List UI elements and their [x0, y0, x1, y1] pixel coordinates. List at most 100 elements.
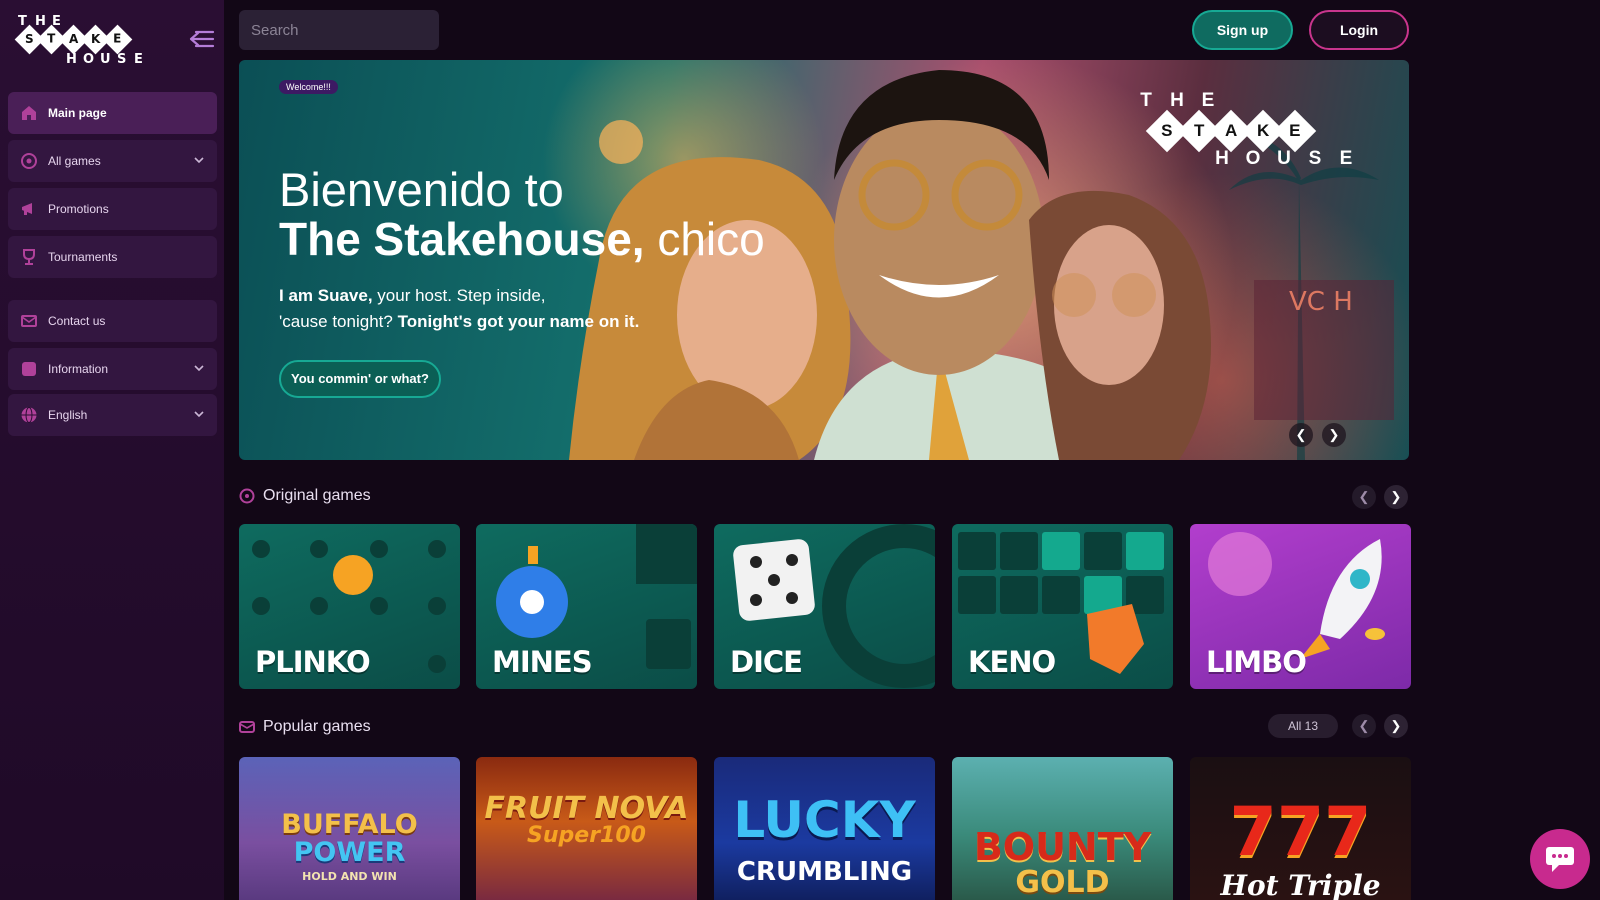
game-title-line2: CRUMBLING [736, 857, 913, 887]
hero-logo-bottom-row: H O U S E [1213, 148, 1368, 170]
stakehouse-logo[interactable]: T H E S T A K E H O U S E [14, 14, 176, 70]
chat-support-button[interactable] [1530, 829, 1590, 889]
game-card-mines[interactable]: MINES [476, 524, 697, 689]
sidebar-item-tournaments[interactable]: Tournaments [8, 236, 217, 278]
game-title-line1: BOUNTY [973, 825, 1152, 869]
logo-letter: U [100, 52, 111, 67]
logo-middle-row: S T A K E [14, 24, 133, 55]
cards-icon [239, 721, 255, 733]
trophy-icon [20, 248, 38, 266]
sidebar-item-label: English [48, 408, 88, 422]
popular-games-next-button[interactable]: ❯ [1384, 714, 1408, 738]
logo-diamond: E [1273, 109, 1317, 153]
logo-letter: O [83, 52, 95, 67]
hero-description: I am Suave, your host. Step inside, 'cau… [279, 283, 659, 335]
welcome-badge: Welcome!!! [279, 80, 338, 94]
sidebar-item-language[interactable]: English [8, 394, 217, 436]
game-title-line3: HOLD AND WIN [302, 870, 397, 883]
sidebar-item-promotions[interactable]: Promotions [8, 188, 217, 230]
chevron-down-icon [194, 411, 204, 418]
game-title-line1: FRUIT NOVA [484, 791, 689, 826]
game-name: KENO [968, 645, 1056, 679]
sidebar-item-main-page[interactable]: Main page [8, 92, 217, 134]
chevron-down-icon [194, 365, 204, 372]
game-title-line1: 777 [1229, 793, 1372, 872]
hero-text-bold2: Tonight's got your name on it. [397, 312, 640, 331]
game-name: LIMBO [1206, 645, 1307, 679]
collapse-menu-icon [189, 30, 215, 48]
hero-prev-button[interactable]: ❮ [1289, 423, 1313, 447]
game-card-limbo[interactable]: LIMBO [1190, 524, 1411, 689]
sign-up-button[interactable]: Sign up [1192, 10, 1293, 50]
chevron-right-icon: ❯ [1390, 718, 1402, 733]
hero-title-line2: The Stakehouse, chico [279, 212, 765, 266]
logo-letter: T [1140, 90, 1152, 111]
section-title: Original games [263, 487, 371, 504]
chevron-left-icon: ❮ [1295, 427, 1307, 442]
game-card-hot-triple[interactable]: 777 Hot Triple [1190, 757, 1411, 900]
hero-cta-button[interactable]: You commin' or what? [279, 360, 441, 398]
hero-text-2: 'cause tonight? [279, 312, 393, 331]
chevron-right-icon: ❯ [1328, 427, 1340, 442]
original-games-next-button[interactable]: ❯ [1384, 485, 1408, 509]
logo-letter: E [1339, 148, 1353, 169]
game-name: MINES [492, 645, 593, 679]
hero-title-line1: Bienvenido to [279, 163, 564, 216]
game-card-plinko[interactable]: PLINKO [239, 524, 460, 689]
logo-letter: S [117, 52, 127, 67]
hero-next-button[interactable]: ❯ [1322, 423, 1346, 447]
chat-icon [1546, 847, 1574, 872]
original-games-prev-button[interactable]: ❮ [1352, 485, 1376, 509]
game-title-line2: POWER [293, 837, 406, 868]
original-games-header: Original games [239, 487, 371, 505]
logo-letter: E [134, 52, 143, 67]
game-title-line1: LUCKY [733, 791, 916, 849]
sidebar-item-information[interactable]: Information [8, 348, 217, 390]
popular-games-header: Popular games [239, 718, 371, 736]
games-icon [239, 488, 255, 504]
info-icon [20, 360, 38, 378]
chevron-down-icon [194, 157, 204, 164]
sidebar-item-contact-us[interactable]: Contact us [8, 300, 217, 342]
sidebar-item-label: Contact us [48, 314, 106, 328]
popular-games-all-button[interactable]: All 13 [1268, 714, 1338, 738]
logo-letter: H [35, 14, 46, 29]
section-title: Popular games [263, 718, 371, 735]
search-input[interactable] [249, 20, 452, 40]
popular-games-prev-button[interactable]: ❮ [1352, 714, 1376, 738]
logo-letter: H [66, 52, 77, 67]
sidebar-item-label: Main page [48, 106, 107, 120]
game-title-line2: Hot Triple [1220, 869, 1381, 900]
chevron-right-icon: ❯ [1390, 489, 1402, 504]
game-card-keno[interactable]: KENO [952, 524, 1173, 689]
game-card-bounty-gold[interactable]: BOUNTY GOLD [952, 757, 1173, 900]
logo-letter: E [1201, 90, 1215, 111]
hero-title-light: chico [657, 213, 765, 265]
sidebar-item-all-games[interactable]: All games [8, 140, 217, 182]
hero-text-1: your host. Step inside, [377, 286, 546, 305]
sidebar: T H E S T A K E H O U S E Main page All … [0, 0, 224, 900]
chevron-left-icon: ❮ [1358, 489, 1370, 504]
games-icon [20, 152, 38, 170]
collapse-sidebar-button[interactable] [186, 28, 218, 56]
logo-diamond: E [102, 24, 133, 55]
mail-icon [20, 312, 38, 330]
game-card-dice[interactable]: DICE [714, 524, 935, 689]
game-title-line1: BUFFALO [281, 809, 418, 840]
login-button[interactable]: Login [1309, 10, 1409, 50]
search-box[interactable] [239, 10, 452, 50]
megaphone-icon [20, 200, 38, 218]
hero-logo-middle-row: S T A K E [1145, 109, 1317, 153]
game-card-fruit-nova[interactable]: FRUIT NOVA Super100 [476, 757, 697, 900]
game-name: DICE [730, 645, 803, 679]
hero-stakehouse-logo: T H E S T A K E H O U S E [1137, 90, 1377, 170]
sidebar-item-label: Tournaments [48, 250, 118, 264]
logo-letter: H [1215, 148, 1229, 169]
sidebar-item-label: Promotions [48, 202, 109, 216]
game-card-buffalo-power[interactable]: BUFFALO POWER HOLD AND WIN [239, 757, 460, 900]
game-card-lucky-crumbling[interactable]: LUCKY CRUMBLING [714, 757, 935, 900]
hero-banner[interactable]: VC H Welcome!!! Bienvenido to The Stakeh… [239, 60, 1409, 460]
chevron-left-icon: ❮ [1358, 718, 1370, 733]
logo-bottom-row: H O U S E [66, 52, 151, 67]
sidebar-item-label: Information [48, 362, 109, 376]
